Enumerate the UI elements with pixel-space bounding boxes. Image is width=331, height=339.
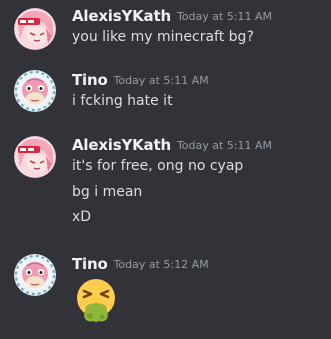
slowpoke-avatar-icon[interactable] [14,254,56,296]
message-group: Tino Today at 5:12 AM [0,246,331,339]
message-timestamp: Today at 5:11 AM [113,74,209,87]
message-timestamp: Today at 5:12 AM [113,258,209,271]
slowpoke-avatar-icon[interactable] [14,70,56,112]
message-timestamp: Today at 5:11 AM [176,139,273,152]
message-text: i fcking hate it [72,93,173,109]
message-timestamp: Today at 5:11 AM [176,10,273,23]
anime-girl-avatar-icon[interactable] [14,8,56,50]
anime-girl-avatar-icon[interactable] [14,136,56,178]
vomiting-face-emoji-icon[interactable] [72,276,120,324]
message-text: bg i mean [72,184,143,200]
author-name[interactable]: AlexisYKath [72,7,171,25]
message-text: it's for free, ong no cyap [72,158,244,174]
author-name[interactable]: AlexisYKath [72,136,171,154]
message-text: xD [72,209,92,225]
message-group: AlexisYKath Today at 5:11 AM it's for fre… [0,128,331,238]
message-group: Tino Today at 5:11 AM i fcking hate it [0,62,331,122]
author-name[interactable]: Tino [72,255,108,273]
author-name[interactable]: Tino [72,71,108,89]
message-group: AlexisYKath Today at 5:11 AM you like my … [0,0,331,60]
message-text: you like my minecraft bg? [72,29,254,45]
